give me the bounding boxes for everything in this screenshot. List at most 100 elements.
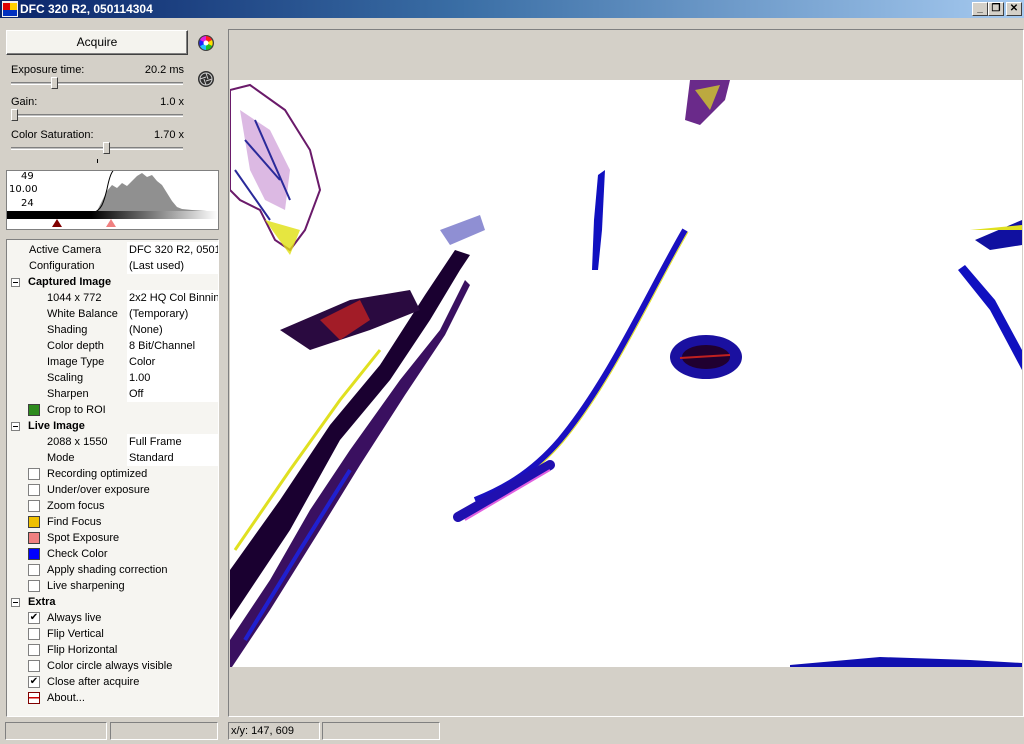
checkbox-color-circle-always-visible[interactable] [28,660,40,672]
property-name: Always live [47,612,102,624]
property-row-flip-horizontal[interactable]: Flip Horizontal [7,642,218,658]
black-point-marker [52,219,62,227]
property-name: Configuration [29,260,95,272]
color-swatch-crop-to-roi[interactable] [28,404,40,416]
property-name: Crop to ROI [47,404,106,416]
property-row-color-circle-always-visible[interactable]: Color circle always visible [7,658,218,674]
property-row-spot-exposure[interactable]: Spot Exposure [7,530,218,546]
property-row-live-sharpening[interactable]: Live sharpening [7,578,218,594]
property-row-configuration[interactable]: Configuration (Last used) [7,258,218,274]
property-name: Apply shading correction [47,564,168,576]
property-value: 2x2 HQ Col Binning [129,292,218,304]
status-coordinates: x/y: 147, 609 [228,722,320,740]
checkbox-always-live[interactable]: ✔ [28,612,40,624]
saturation-label: Color Saturation: [11,129,94,141]
property-value: DFC 320 R2, 0501 [129,244,218,256]
close-button[interactable]: ✕ [1006,2,1022,16]
aperture-icon[interactable] [197,70,215,88]
property-name: About... [47,692,85,704]
property-name: Image Type [47,356,105,368]
property-row-about[interactable]: About... [7,690,218,706]
live-image[interactable] [230,80,1022,667]
checkbox-zoom-focus[interactable] [28,500,40,512]
property-row-scaling[interactable]: Scaling 1.00 [7,370,218,386]
minimize-button[interactable]: _ [972,2,988,16]
property-name: Scaling [47,372,84,384]
property-row-recording-optimized[interactable]: Recording optimized [7,466,218,482]
color-swatch-spot-exposure[interactable] [28,532,40,544]
checkbox-apply-shading-correction[interactable] [28,564,40,576]
property-row-crop-to-roi[interactable]: Crop to ROI [7,402,218,418]
microscope-image [230,80,1022,667]
property-row-sharpen[interactable]: Sharpen Off [7,386,218,402]
checkbox-live-sharpening[interactable] [28,580,40,592]
collapse-icon[interactable] [11,278,20,287]
restore-button[interactable]: ❐ [988,2,1004,16]
color-swatch-find-focus[interactable] [28,516,40,528]
saturation-slider-track[interactable] [11,147,183,150]
property-value: (Last used) [129,260,185,272]
property-name: 2088 x 1550 [47,436,108,448]
gain-label: Gain: [11,96,38,108]
property-name: White Balance [47,308,118,320]
property-row-close-after-acquire[interactable]: ✔ Close after acquire [7,674,218,690]
gain-slider-thumb[interactable] [11,109,18,121]
acquire-button[interactable]: Acquire [6,30,188,55]
section-extra[interactable]: Extra [7,594,218,610]
property-row-image-type[interactable]: Image Type Color [7,354,218,370]
property-row-mode[interactable]: Mode Standard [7,450,218,466]
property-name: Shading [47,324,88,336]
color-wheel-icon[interactable] [197,34,215,52]
control-panel: Acquire Exposure time: 20.2 ms Gain: 1.0… [0,18,226,718]
title-bar: DFC 320 R2, 050114304 _ ❐ ✕ [0,0,1024,18]
property-row-1044-x-772[interactable]: 1044 x 772 2x2 HQ Col Binning [7,290,218,306]
checkbox-under-over-exposure[interactable] [28,484,40,496]
property-value: Full Frame [129,436,182,448]
collapse-icon[interactable] [11,598,20,607]
histogram-label-top: 49 [21,171,34,182]
color-swatch-check-color[interactable] [28,548,40,560]
property-row-always-live[interactable]: ✔ Always live [7,610,218,626]
property-name: Active Camera [29,244,102,256]
property-row-check-color[interactable]: Check Color [7,546,218,562]
property-row-apply-shading-correction[interactable]: Apply shading correction [7,562,218,578]
property-name: Live sharpening [47,580,125,592]
property-name: Live Image [28,420,85,432]
status-pane-4 [322,722,440,740]
property-row-2088-x-1550[interactable]: 2088 x 1550 Full Frame [7,434,218,450]
about-icon[interactable] [28,692,40,704]
checkbox-flip-horizontal[interactable] [28,644,40,656]
property-row-flip-vertical[interactable]: Flip Vertical [7,626,218,642]
property-value: 1.00 [129,372,151,384]
property-row-find-focus[interactable]: Find Focus [7,514,218,530]
property-row-white-balance[interactable]: White Balance (Temporary) [7,306,218,322]
saturation-slider-thumb[interactable] [103,142,111,154]
checkbox-close-after-acquire[interactable]: ✔ [28,676,40,688]
section-captured-image[interactable]: Captured Image [7,274,218,290]
property-value: 8 Bit/Channel [129,340,196,352]
gain-value: 1.0 x [160,96,184,108]
property-row-under-over-exposure[interactable]: Under/over exposure [7,482,218,498]
property-name: Sharpen [47,388,89,400]
histogram-markers[interactable] [7,219,218,229]
property-name: Check Color [47,548,108,560]
exposure-slider-track[interactable] [11,82,183,85]
status-pane-1 [5,722,107,740]
property-name: Spot Exposure [47,532,120,544]
exposure-slider-thumb[interactable] [50,77,58,89]
property-row-shading[interactable]: Shading (None) [7,322,218,338]
property-name: Mode [47,452,75,464]
histogram[interactable]: 49 10.00 24 [6,170,219,230]
property-row-color-depth[interactable]: Color depth 8 Bit/Channel [7,338,218,354]
property-row-active-camera[interactable]: Active Camera DFC 320 R2, 0501 [7,242,218,258]
gain-slider-track[interactable] [11,114,183,117]
saturation-value: 1.70 x [154,129,184,141]
checkbox-flip-vertical[interactable] [28,628,40,640]
section-live-image[interactable]: Live Image [7,418,218,434]
exposure-value: 20.2 ms [144,64,184,76]
collapse-icon[interactable] [11,422,20,431]
property-row-zoom-focus[interactable]: Zoom focus [7,498,218,514]
checkbox-recording-optimized[interactable] [28,468,40,480]
property-name: Recording optimized [47,468,148,480]
histogram-label-bottom: 24 [21,198,34,209]
